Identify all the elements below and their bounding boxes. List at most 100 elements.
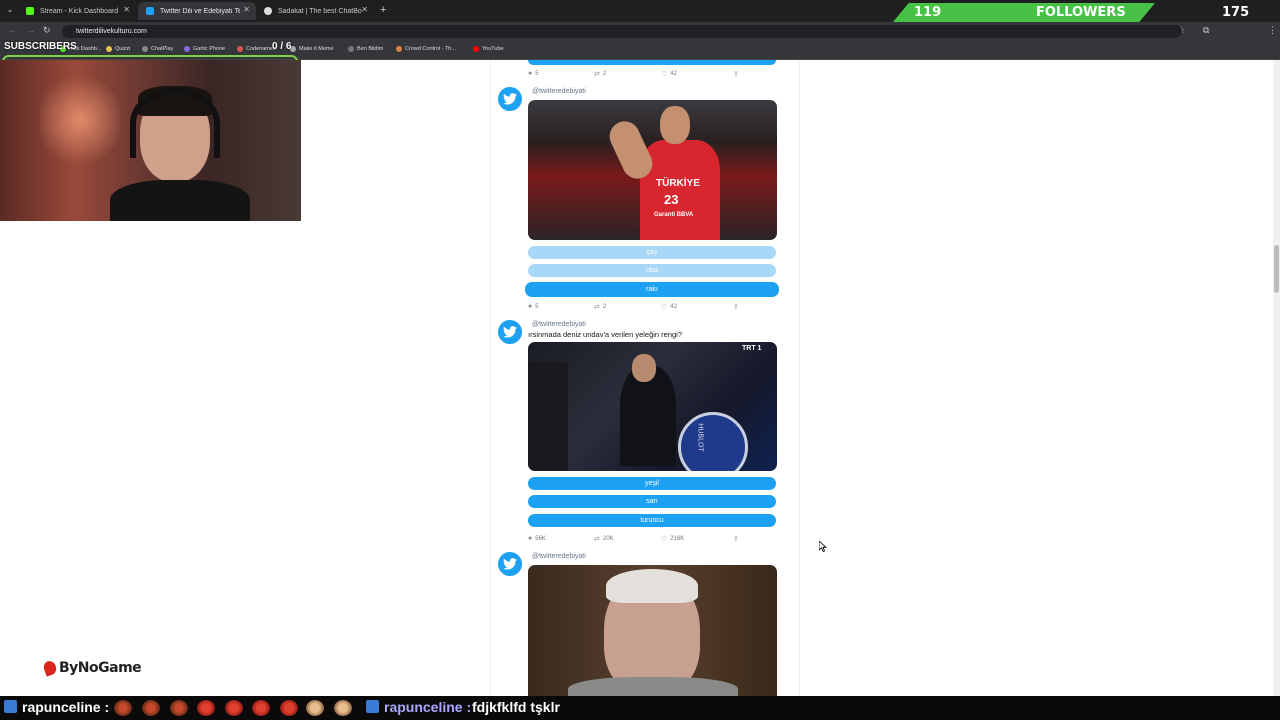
back-icon[interactable]: ← bbox=[8, 25, 17, 35]
retweet-icon[interactable]: ⇄ bbox=[594, 535, 600, 543]
hublot-clock bbox=[678, 412, 748, 471]
kick-badge-icon bbox=[366, 700, 379, 713]
badge-emote-icon bbox=[225, 700, 243, 716]
chat-message: fdjkfklfd tşklr bbox=[472, 699, 560, 715]
tab-title: Stream - Kick Dashboard bbox=[40, 7, 119, 15]
tweet-actions-top: ● 5 ⇄ 2 ♡ 42 ⇪ bbox=[528, 70, 739, 78]
sideline-person bbox=[528, 362, 568, 471]
page-scrollbar[interactable] bbox=[1273, 60, 1280, 696]
tweet-handle[interactable]: @twitteredebiyati bbox=[532, 321, 586, 328]
twitter-bird-icon bbox=[498, 552, 522, 576]
headphones bbox=[130, 88, 220, 158]
poll-option-selected[interactable]: rakı bbox=[525, 282, 779, 297]
mouse-cursor-icon bbox=[819, 541, 827, 552]
player-body bbox=[640, 140, 720, 240]
stream-chat-ticker bbox=[0, 696, 1280, 720]
followers-count: 119 bbox=[914, 5, 942, 20]
brand-mark-icon bbox=[41, 659, 59, 677]
close-icon[interactable]: ✕ bbox=[123, 5, 130, 14]
sadakat-icon bbox=[264, 7, 272, 15]
url-bar[interactable]: twitterdilivekulturu.com bbox=[62, 25, 1182, 38]
bookmark-codenames[interactable]: Codenames bbox=[237, 46, 276, 52]
comment-icon[interactable]: ● bbox=[528, 70, 532, 77]
comment-icon[interactable]: ● bbox=[528, 303, 532, 310]
tab-kick-dashboard[interactable]: Stream - Kick Dashboard ✕ bbox=[18, 2, 136, 20]
tab-twitter-quiz[interactable]: Twitter Dili ve Edebiyatı Testini ✕ bbox=[138, 2, 256, 20]
retweet-icon[interactable]: ⇄ bbox=[594, 303, 600, 311]
twitter-bird-icon bbox=[498, 87, 522, 111]
extensions-icon[interactable]: ⧉ bbox=[1203, 25, 1209, 36]
bookmark-chatplay[interactable]: ChatPlay bbox=[142, 46, 173, 52]
jersey-number: 23 bbox=[664, 192, 679, 207]
tweet-handle[interactable]: @twitteredebiyati bbox=[532, 88, 586, 95]
poll-option[interactable]: sarı bbox=[528, 495, 776, 508]
twitter-icon bbox=[146, 7, 154, 15]
like-icon[interactable]: ♡ bbox=[661, 70, 667, 78]
chat-username: rapunceline : bbox=[384, 699, 472, 715]
twitter-bird-icon bbox=[498, 320, 522, 344]
bookmark-ben-bildim[interactable]: Ben Bildim bbox=[348, 46, 383, 52]
bookmark-make-it-meme[interactable]: Make it Meme bbox=[290, 46, 334, 52]
man-hair bbox=[606, 569, 698, 603]
scrollbar-thumb[interactable] bbox=[1274, 245, 1279, 293]
new-tab-button[interactable]: + bbox=[380, 4, 386, 16]
poll-option[interactable]: turuncu bbox=[528, 514, 776, 527]
hand-emote-icon bbox=[306, 700, 324, 716]
subscribers-progress: 0 / 6 bbox=[272, 41, 292, 52]
hand-emote-icon bbox=[334, 700, 352, 716]
player-head bbox=[660, 106, 690, 144]
man-suit bbox=[568, 677, 738, 696]
tea-glass-emote-icon bbox=[170, 700, 188, 716]
bookmark-youtube[interactable]: YouTube bbox=[473, 46, 504, 52]
previous-option-edge bbox=[528, 60, 776, 65]
webcam-overlay bbox=[0, 60, 301, 221]
brand-logo: ByNoGame bbox=[41, 659, 142, 677]
jersey-team: TÜRKİYE bbox=[656, 178, 700, 189]
tweet-image-basketball[interactable]: TÜRKİYE 23 Garanti BBVA bbox=[528, 100, 777, 240]
tab-title: Sadakat | The best ChatBot and bbox=[278, 7, 362, 15]
like-icon[interactable]: ♡ bbox=[661, 535, 667, 543]
brand-name: ByNoGame bbox=[59, 660, 142, 676]
subscribers-label: SUBSCRIBERS bbox=[4, 41, 77, 52]
tweet-actions: ● 56K ⇄ 20K ♡ 216K ⇪ bbox=[528, 535, 739, 543]
tab-sadakat[interactable]: Sadakat | The best ChatBot and ✕ bbox=[256, 2, 374, 20]
bookmark-gartic[interactable]: Gartic Phone bbox=[184, 46, 225, 52]
close-icon[interactable]: ✕ bbox=[243, 5, 250, 14]
bookmark-quizzi[interactable]: Quizzi bbox=[106, 46, 130, 52]
bookmark-crowd-control[interactable]: Crowd Control - Th... bbox=[396, 46, 456, 52]
tweet-question: ırsinmada deniz undav'a verilen yeleğin … bbox=[528, 330, 683, 339]
share-icon[interactable]: ⇪ bbox=[733, 303, 739, 311]
tea-glass-emote-icon bbox=[142, 700, 160, 716]
like-icon[interactable]: ♡ bbox=[661, 303, 667, 311]
forward-icon[interactable]: → bbox=[26, 25, 35, 35]
badge-emote-icon bbox=[197, 700, 215, 716]
tab-search-button[interactable]: ⌄ bbox=[4, 5, 16, 17]
followers-goal: 175 bbox=[1222, 5, 1250, 20]
jersey-sponsor: Garanti BBVA bbox=[654, 212, 694, 218]
comment-icon[interactable]: ● bbox=[528, 535, 532, 542]
poll-option[interactable]: yeşil bbox=[528, 477, 776, 490]
kick-badge-icon bbox=[4, 700, 17, 713]
tweet-image-portrait[interactable] bbox=[528, 565, 777, 696]
menu-icon[interactable]: ⋮ bbox=[1268, 25, 1277, 36]
share-icon[interactable]: ⇪ bbox=[733, 535, 739, 543]
poll-option[interactable]: nba bbox=[528, 264, 776, 277]
badge-emote-icon bbox=[252, 700, 270, 716]
streamer-shirt bbox=[110, 180, 250, 221]
retweet-icon[interactable]: ⇄ bbox=[594, 70, 600, 78]
trt-logo: TRT 1 bbox=[742, 345, 762, 352]
lamp-glow bbox=[40, 70, 120, 170]
close-icon[interactable]: ✕ bbox=[361, 5, 368, 14]
tweet-handle[interactable]: @twitteredebiyati bbox=[532, 553, 586, 560]
chat-username: rapunceline : bbox=[22, 699, 110, 715]
badge-emote-icon bbox=[280, 700, 298, 716]
coach-head bbox=[632, 354, 656, 382]
tweet-actions: ● 5 ⇄ 2 ♡ 42 ⇪ bbox=[528, 303, 739, 311]
poll-option[interactable]: çay bbox=[528, 246, 776, 259]
reload-icon[interactable]: ↻ bbox=[43, 25, 51, 36]
kick-icon bbox=[26, 7, 34, 15]
ad-board-text: HUBLOT bbox=[696, 423, 704, 452]
tab-title: Twitter Dili ve Edebiyatı Testini bbox=[160, 7, 240, 15]
tweet-image-football[interactable]: HUBLOT TRT 1 bbox=[528, 342, 777, 471]
share-icon[interactable]: ⇪ bbox=[733, 70, 739, 78]
